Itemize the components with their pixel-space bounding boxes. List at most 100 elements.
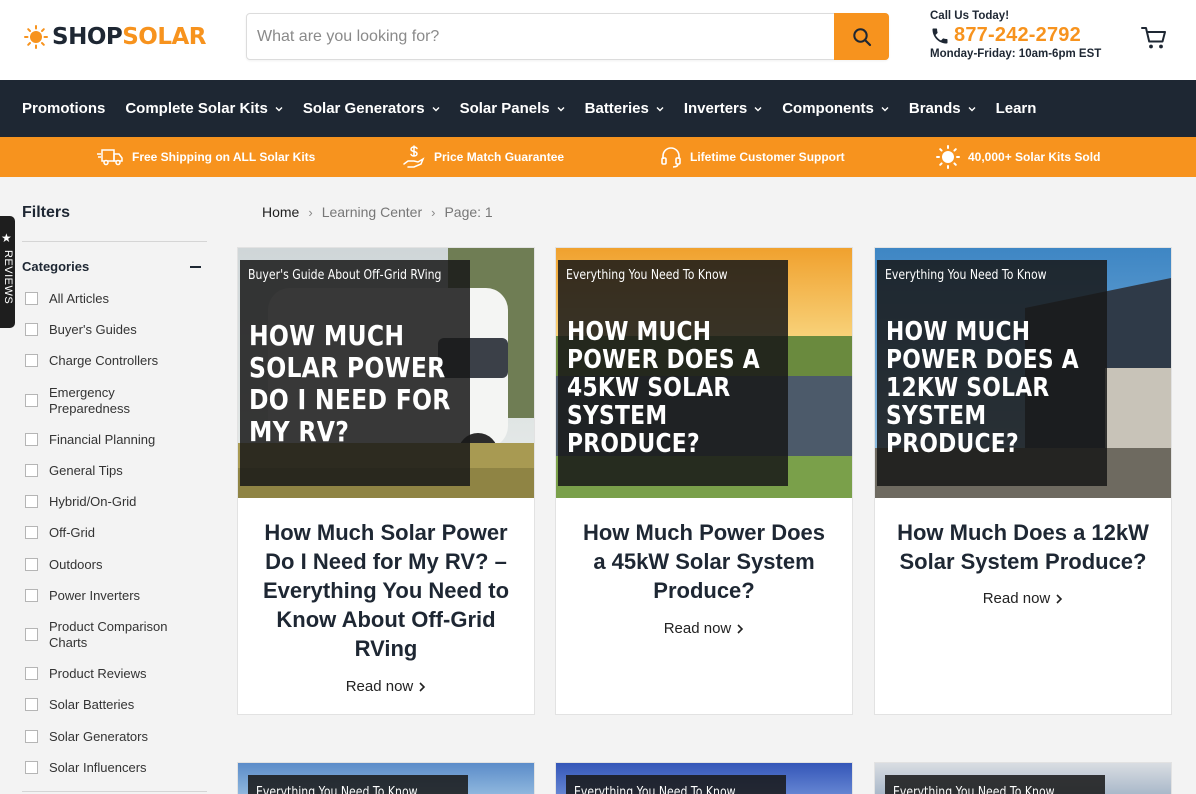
- filter-label: Outdoors: [49, 557, 103, 572]
- chevron-down-icon: [881, 106, 889, 111]
- checkbox[interactable]: [25, 394, 38, 407]
- filter-product-reviews[interactable]: Product Reviews: [25, 666, 147, 681]
- filter-power-inverters[interactable]: Power Inverters: [25, 588, 140, 603]
- filter-financial-planning[interactable]: Financial Planning: [25, 432, 155, 447]
- filter-off-grid[interactable]: Off-Grid: [25, 525, 95, 540]
- chevron-down-icon: [656, 106, 664, 111]
- checkbox[interactable]: [25, 698, 38, 711]
- search-input[interactable]: [247, 14, 835, 59]
- divider: [22, 791, 207, 792]
- sun-icon: [936, 145, 960, 169]
- checkbox[interactable]: [25, 667, 38, 680]
- filter-outdoors[interactable]: Outdoors: [25, 557, 102, 572]
- nav-inverters[interactable]: Inverters: [684, 100, 762, 117]
- filter-product-comparison-charts[interactable]: Product Comparison Charts: [25, 619, 168, 650]
- article-card[interactable]: Buyer's Guide About Off-Grid RVing HOW M…: [237, 247, 535, 715]
- categories-label: Categories: [22, 259, 90, 274]
- filter-label: Solar Influencers: [49, 760, 147, 775]
- categories-header[interactable]: Categories: [22, 259, 207, 274]
- chevron-down-icon: [432, 106, 440, 111]
- article-image[interactable]: Everything You Need To Know HOW MUCH POW…: [556, 248, 852, 498]
- search-icon: [852, 27, 871, 46]
- article-image[interactable]: Everything You Need To Know HOW MUCH POW…: [875, 248, 1171, 498]
- checkbox[interactable]: [25, 464, 38, 477]
- nav-batteries[interactable]: Batteries: [585, 100, 664, 117]
- article-card[interactable]: Everything You Need To Know HOW MUCH POW…: [555, 247, 853, 715]
- read-now-link[interactable]: Read now: [238, 678, 534, 695]
- filter-solar-batteries[interactable]: Solar Batteries: [25, 697, 134, 712]
- reviews-tab-label: REVIEWS: [2, 250, 14, 305]
- image-overlay: Buyer's Guide About Off-Grid RVing HOW M…: [240, 260, 470, 486]
- read-now-link[interactable]: Read now: [556, 620, 852, 637]
- image-overlay: Everything You Need To Know: [566, 775, 786, 794]
- checkbox[interactable]: [25, 292, 38, 305]
- logo-solar-text: SOLAR: [122, 24, 207, 50]
- filter-charge-controllers[interactable]: Charge Controllers: [25, 353, 158, 368]
- hand-dollar-icon: [403, 145, 425, 168]
- read-now-link[interactable]: Read now: [875, 590, 1171, 607]
- read-now-label: Read now: [345, 678, 414, 695]
- search-button[interactable]: [834, 13, 889, 60]
- collapse-icon[interactable]: [190, 265, 201, 268]
- checkbox[interactable]: [25, 433, 38, 446]
- nav-label: Solar Panels: [459, 100, 550, 117]
- truck-icon: [97, 149, 123, 166]
- nav-brands[interactable]: Brands: [909, 100, 976, 117]
- cart-icon[interactable]: [1140, 24, 1168, 52]
- perk-label: Lifetime Customer Support: [690, 150, 845, 164]
- chevron-right-icon: [419, 681, 426, 692]
- article-card[interactable]: Everything You Need To Know: [555, 762, 853, 794]
- breadcrumb-home[interactable]: Home: [262, 204, 299, 220]
- article-card[interactable]: Everything You Need To Know: [874, 762, 1172, 794]
- breadcrumb: Home › Learning Center › Page: 1: [262, 204, 493, 220]
- filter-label: Charge Controllers: [49, 353, 159, 368]
- checkbox[interactable]: [25, 589, 38, 602]
- filter-emergency-preparedness[interactable]: Emergency Preparedness: [25, 385, 130, 416]
- reviews-tab[interactable]: ★ REVIEWS: [0, 216, 15, 328]
- filter-label: Hybrid/On-Grid: [49, 494, 137, 509]
- nav-solar-panels[interactable]: Solar Panels: [460, 100, 565, 117]
- divider: [22, 241, 207, 242]
- filter-all-articles[interactable]: All Articles: [25, 291, 109, 306]
- filter-label: All Articles: [49, 291, 109, 306]
- nav-solar-generators[interactable]: Solar Generators: [303, 100, 440, 117]
- checkbox[interactable]: [25, 558, 38, 571]
- star-icon: ★: [1, 231, 12, 245]
- shopsolar-logo[interactable]: SHOPSOLAR: [24, 22, 207, 52]
- checkbox[interactable]: [25, 354, 38, 367]
- filter-general-tips[interactable]: General Tips: [25, 463, 123, 478]
- checkbox[interactable]: [25, 761, 38, 774]
- phone-link[interactable]: 877-242-2792: [930, 24, 1101, 47]
- checkbox[interactable]: [25, 730, 38, 743]
- filter-label: Solar Batteries: [49, 697, 135, 712]
- nav-learn[interactable]: Learn: [996, 100, 1037, 117]
- nav-promotions[interactable]: Promotions: [22, 100, 105, 117]
- nav-components[interactable]: Components: [782, 100, 889, 117]
- filter-solar-influencers[interactable]: Solar Influencers: [25, 760, 147, 775]
- article-card[interactable]: Everything You Need To Know: [237, 762, 535, 794]
- filter-buyers-guides[interactable]: Buyer's Guides: [25, 322, 137, 337]
- chevron-right-icon: ›: [431, 204, 436, 220]
- article-title[interactable]: How Much Solar Power Do I Need for My RV…: [256, 518, 516, 663]
- checkbox[interactable]: [25, 628, 38, 641]
- checkbox[interactable]: [25, 526, 38, 539]
- read-now-label: Read now: [663, 620, 732, 637]
- checkbox[interactable]: [25, 495, 38, 508]
- checkbox[interactable]: [25, 323, 38, 336]
- article-title[interactable]: How Much Power Does a 45kW Solar System …: [574, 518, 834, 605]
- article-title[interactable]: How Much Does a 12kW Solar System Produc…: [893, 518, 1153, 576]
- breadcrumb-learning-center[interactable]: Learning Center: [322, 204, 422, 220]
- nav-label: Solar Generators: [302, 100, 425, 117]
- filter-label: Product Comparison Charts: [49, 619, 168, 650]
- filter-hybrid-on-grid[interactable]: Hybrid/On-Grid: [25, 494, 136, 509]
- article-card[interactable]: Everything You Need To Know HOW MUCH POW…: [874, 247, 1172, 715]
- nav-complete-solar-kits[interactable]: Complete Solar Kits: [125, 100, 283, 117]
- perk-kits-sold: 40,000+ Solar Kits Sold: [936, 137, 1100, 177]
- logo-wordmark: SHOPSOLAR: [52, 24, 207, 50]
- site-header: SHOPSOLAR Call Us Today! 877-242-2792 Mo…: [0, 0, 1196, 80]
- filter-solar-generators[interactable]: Solar Generators: [25, 729, 148, 744]
- article-image[interactable]: Buyer's Guide About Off-Grid RVing HOW M…: [238, 248, 534, 498]
- image-kicker: Everything You Need To Know: [566, 268, 728, 283]
- filter-label: Solar Generators: [49, 729, 148, 744]
- image-kicker: Buyer's Guide About Off-Grid RVing: [248, 268, 442, 283]
